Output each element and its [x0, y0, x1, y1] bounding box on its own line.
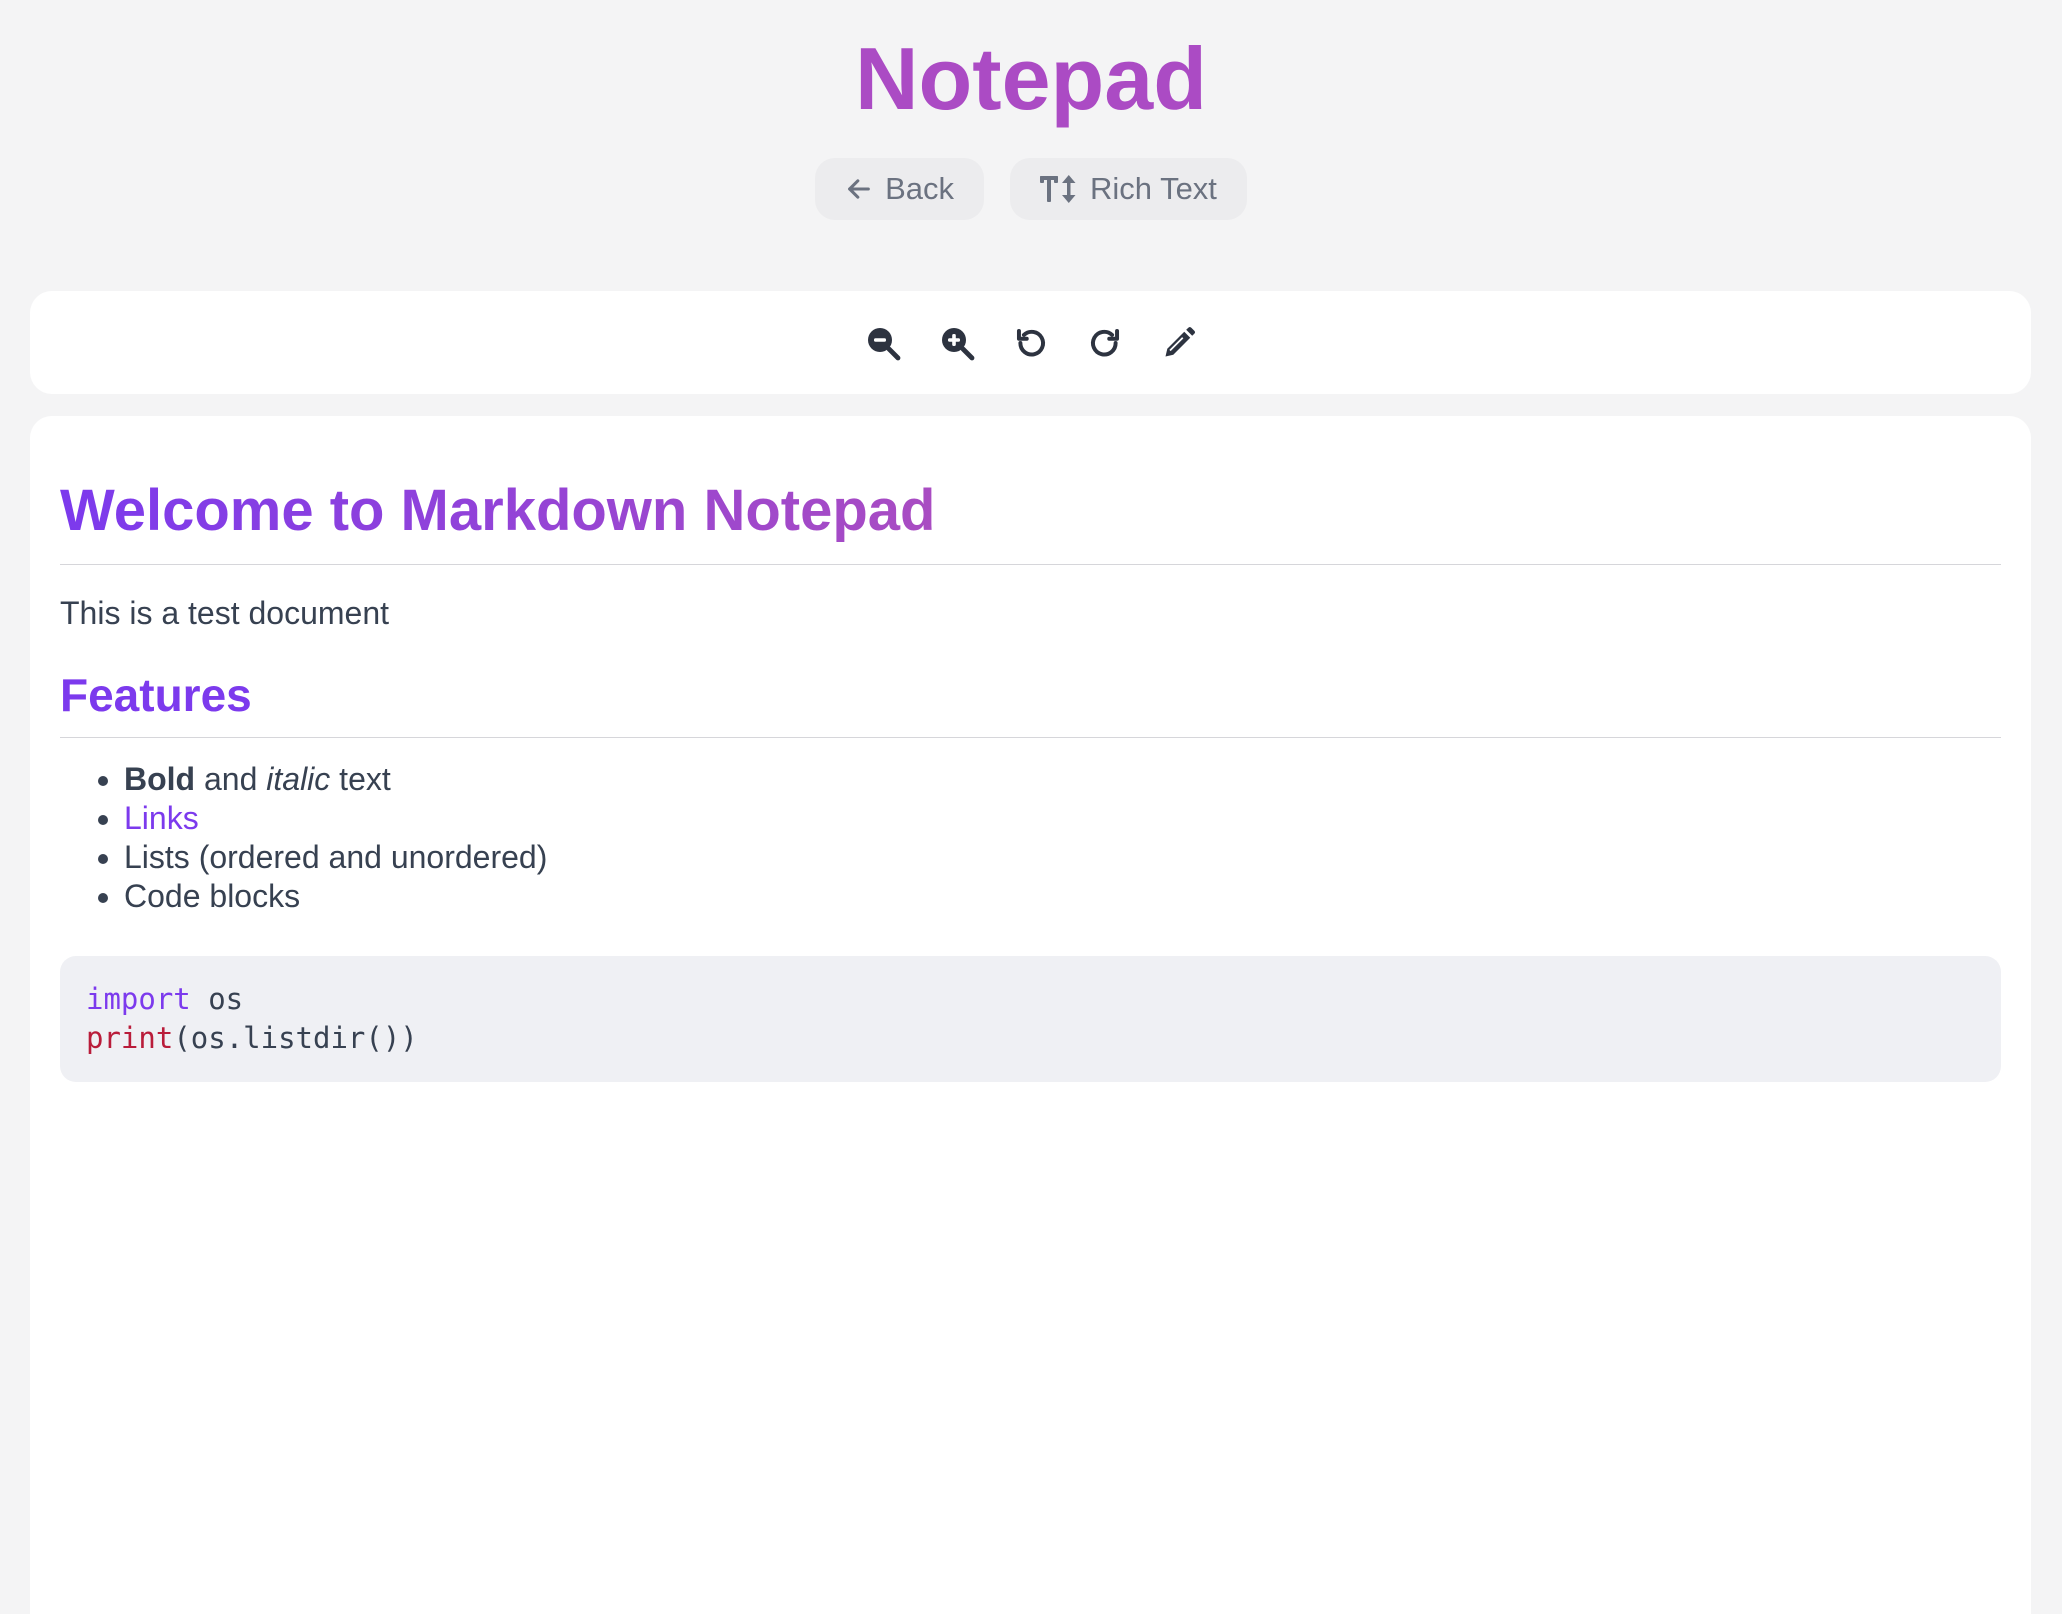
zoom-out-button[interactable] — [864, 324, 902, 362]
list-item: Bold and italic text — [124, 760, 2001, 799]
code-line: print(os.listdir()) — [86, 1021, 418, 1055]
viewer-toolbar — [30, 291, 2031, 394]
code-function: print — [86, 1021, 174, 1055]
redo-icon — [1090, 328, 1119, 356]
features-list: Bold and italic text Links Lists (ordere… — [60, 760, 2001, 916]
code-block: import os print(os.listdir()) — [60, 956, 2001, 1082]
text-height-icon — [1040, 174, 1078, 204]
code-line: import os — [86, 982, 244, 1016]
app-title: Notepad — [855, 29, 1207, 128]
pencil-icon — [1165, 326, 1195, 356]
redo-button[interactable] — [1086, 324, 1124, 362]
back-button-label: Back — [885, 171, 954, 206]
document-paragraph: This is a test document — [60, 595, 390, 631]
list-item: Lists (ordered and unordered) — [124, 838, 2001, 877]
back-button[interactable]: Back — [815, 158, 984, 220]
arrow-left-icon — [845, 175, 873, 203]
code-keyword: import — [86, 982, 191, 1016]
rich-text-button-label: Rich Text — [1090, 171, 1217, 206]
rich-text-button[interactable]: Rich Text — [1010, 158, 1247, 220]
features-heading: Features — [60, 667, 2001, 738]
document-preview: Welcome to Markdown Notepad This is a te… — [30, 416, 2031, 1614]
edit-button[interactable] — [1160, 324, 1198, 362]
list-item: Links — [124, 799, 2001, 838]
document-heading: Welcome to Markdown Notepad — [60, 476, 2001, 565]
links-link[interactable]: Links — [124, 800, 199, 836]
list-item: Code blocks — [124, 877, 2001, 916]
zoom-in-button[interactable] — [938, 324, 976, 362]
undo-button[interactable] — [1012, 324, 1050, 362]
zoom-in-icon — [941, 327, 974, 360]
zoom-out-icon — [867, 327, 900, 360]
undo-icon — [1016, 328, 1045, 356]
nav-bar: Back Rich Text — [0, 158, 2062, 220]
